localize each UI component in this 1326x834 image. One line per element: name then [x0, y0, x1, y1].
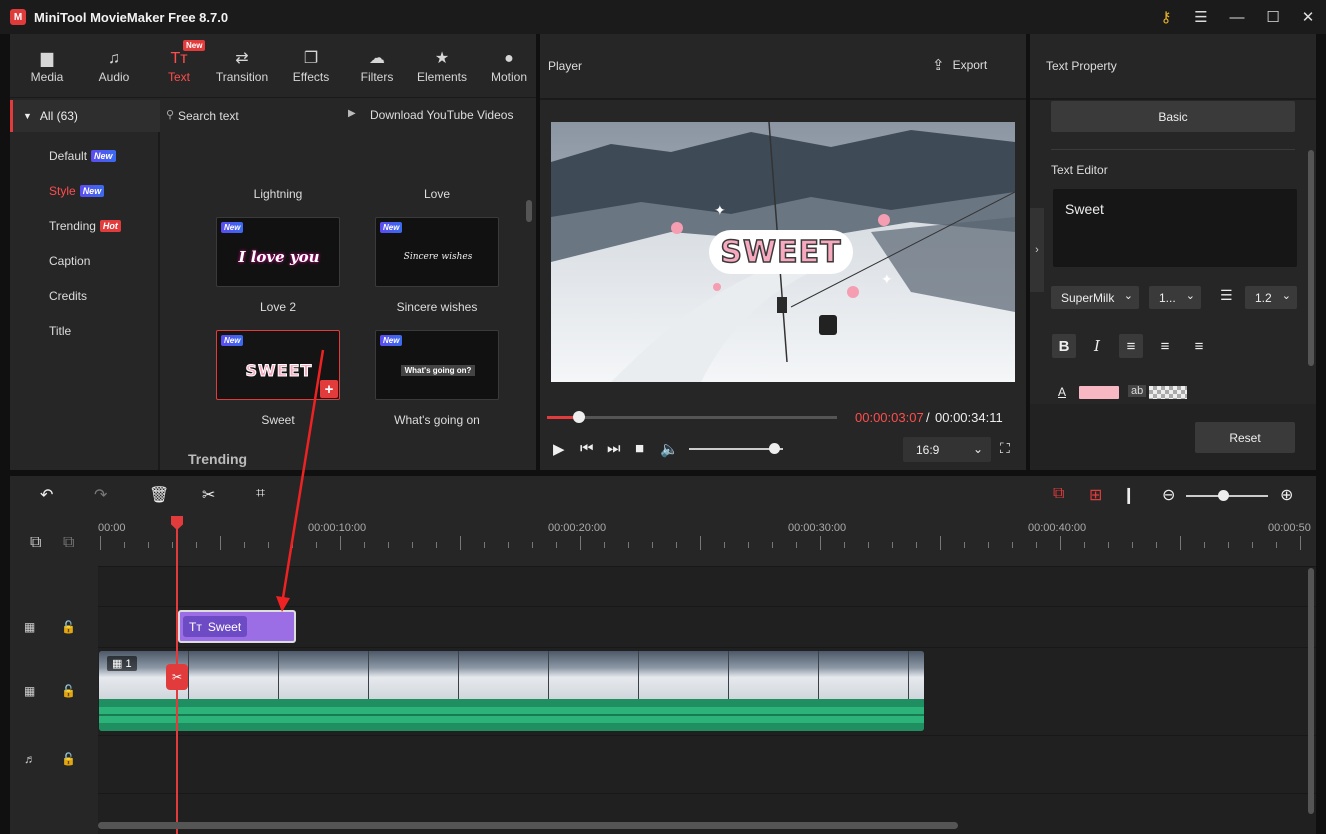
drag-arrow-annotation — [276, 349, 325, 612]
